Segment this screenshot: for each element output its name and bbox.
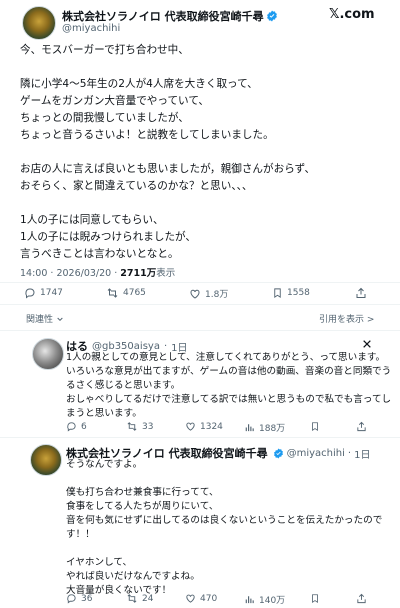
share-icon bbox=[355, 287, 367, 299]
reply2-like-count: 470 bbox=[200, 593, 218, 604]
retweet-count: 4765 bbox=[123, 288, 146, 298]
divider bbox=[0, 330, 400, 331]
sort-relevance-dropdown[interactable]: 関連性 bbox=[26, 312, 64, 325]
bookmark-count: 1558 bbox=[287, 288, 310, 298]
like-icon bbox=[189, 288, 201, 300]
tweet-body: 今、モスバーガーで打ち合わせ中、 隣に小学4〜5年生の2人が4人席を大きく取って… bbox=[20, 44, 316, 260]
views-icon bbox=[244, 422, 255, 433]
reply2-like-button[interactable]: 470 bbox=[185, 593, 217, 604]
retweet-icon bbox=[126, 421, 138, 432]
author-handle[interactable]: @miyachihi bbox=[62, 23, 120, 34]
reply2-retweet-button[interactable]: 24 bbox=[126, 593, 153, 604]
reply1-avatar[interactable] bbox=[32, 338, 64, 370]
reply-button[interactable]: 1747 bbox=[24, 287, 63, 299]
tweet-views-label: 表示 bbox=[156, 268, 176, 279]
share-button[interactable] bbox=[355, 287, 367, 299]
reply2-body: そうなんですよ。 僕も打ち合わせ兼食事に行ってて、 食事をしてる人たちが周りにい… bbox=[66, 459, 383, 596]
reply-icon bbox=[66, 421, 77, 432]
like-button[interactable]: 1.8万 bbox=[189, 287, 228, 300]
author-name[interactable]: 株式会社ソラノイロ 代表取締役宮崎千尋 bbox=[62, 8, 264, 24]
reply2-retweet-count: 24 bbox=[142, 593, 154, 604]
reply2-views-button[interactable]: 140万 bbox=[244, 593, 285, 606]
reply2-reply-count: 36 bbox=[81, 593, 93, 604]
bookmark-icon bbox=[310, 593, 320, 604]
reply-icon bbox=[66, 593, 77, 604]
bookmark-icon bbox=[272, 287, 283, 299]
divider bbox=[0, 282, 400, 283]
like-icon bbox=[185, 593, 196, 604]
reply1-share-button[interactable] bbox=[356, 421, 367, 432]
reply1-reply-count: 6 bbox=[81, 421, 87, 432]
reply-icon bbox=[24, 287, 36, 299]
reply1-retweet-count: 33 bbox=[142, 421, 154, 432]
reply1-views-count: 188万 bbox=[259, 424, 286, 434]
like-count: 1.8万 bbox=[205, 290, 229, 300]
reply2-reply-button[interactable]: 36 bbox=[66, 593, 92, 604]
reply1-bookmark-button[interactable] bbox=[310, 421, 320, 432]
share-icon bbox=[356, 593, 367, 604]
verified-badge-icon bbox=[266, 10, 278, 22]
reply2-author-handle[interactable]: @miyachihi bbox=[287, 448, 345, 459]
reply2-avatar[interactable] bbox=[30, 444, 62, 476]
author-name-row[interactable]: 株式会社ソラノイロ 代表取締役宮崎千尋 bbox=[62, 8, 278, 24]
reply2-bookmark-button[interactable] bbox=[310, 593, 320, 604]
author-avatar[interactable] bbox=[22, 6, 56, 40]
divider bbox=[0, 437, 400, 438]
tweet-meta: 14:00 · 2026/03/20 · 2711万表示 bbox=[20, 268, 176, 279]
reply-count: 1747 bbox=[40, 288, 63, 298]
separator-dot: · bbox=[163, 340, 168, 352]
verified-badge-icon bbox=[273, 447, 284, 459]
reply1-views-button[interactable]: 188万 bbox=[244, 421, 285, 434]
reply2-views-count: 140万 bbox=[259, 596, 286, 606]
bookmark-icon bbox=[310, 421, 320, 432]
reply2-share-button[interactable] bbox=[356, 593, 367, 604]
reply1-author-handle[interactable]: @gb350aisya bbox=[92, 341, 160, 352]
quote-link[interactable]: 引用を表示 > bbox=[319, 312, 374, 325]
separator-dot: · bbox=[347, 447, 352, 459]
views-icon bbox=[244, 594, 255, 605]
retweet-icon bbox=[126, 593, 138, 604]
close-icon[interactable] bbox=[362, 339, 372, 349]
reply1-reply-button[interactable]: 6 bbox=[66, 421, 87, 432]
reply1-like-count: 1324 bbox=[200, 421, 223, 432]
retweet-button[interactable]: 4765 bbox=[106, 287, 146, 299]
tweet-views-count: 2711万 bbox=[120, 268, 157, 279]
bookmark-button[interactable]: 1558 bbox=[272, 287, 310, 299]
tweet-time[interactable]: 14:00 bbox=[20, 268, 47, 279]
reply1-retweet-button[interactable]: 33 bbox=[126, 421, 153, 432]
chevron-down-icon bbox=[56, 315, 64, 323]
sort-relevance-label: 関連性 bbox=[26, 315, 54, 325]
retweet-icon bbox=[106, 287, 119, 299]
share-icon bbox=[356, 421, 367, 432]
tweet-date[interactable]: 2026/03/20 bbox=[56, 268, 111, 279]
like-icon bbox=[185, 421, 196, 432]
x-logo[interactable]: 𝕏.com bbox=[329, 7, 375, 22]
divider bbox=[0, 304, 400, 305]
reply1-body: 1人の親としての意見として、注意してくれてありがとう、って思います。 いろいろな… bbox=[66, 352, 392, 419]
reply1-like-button[interactable]: 1324 bbox=[185, 421, 223, 432]
